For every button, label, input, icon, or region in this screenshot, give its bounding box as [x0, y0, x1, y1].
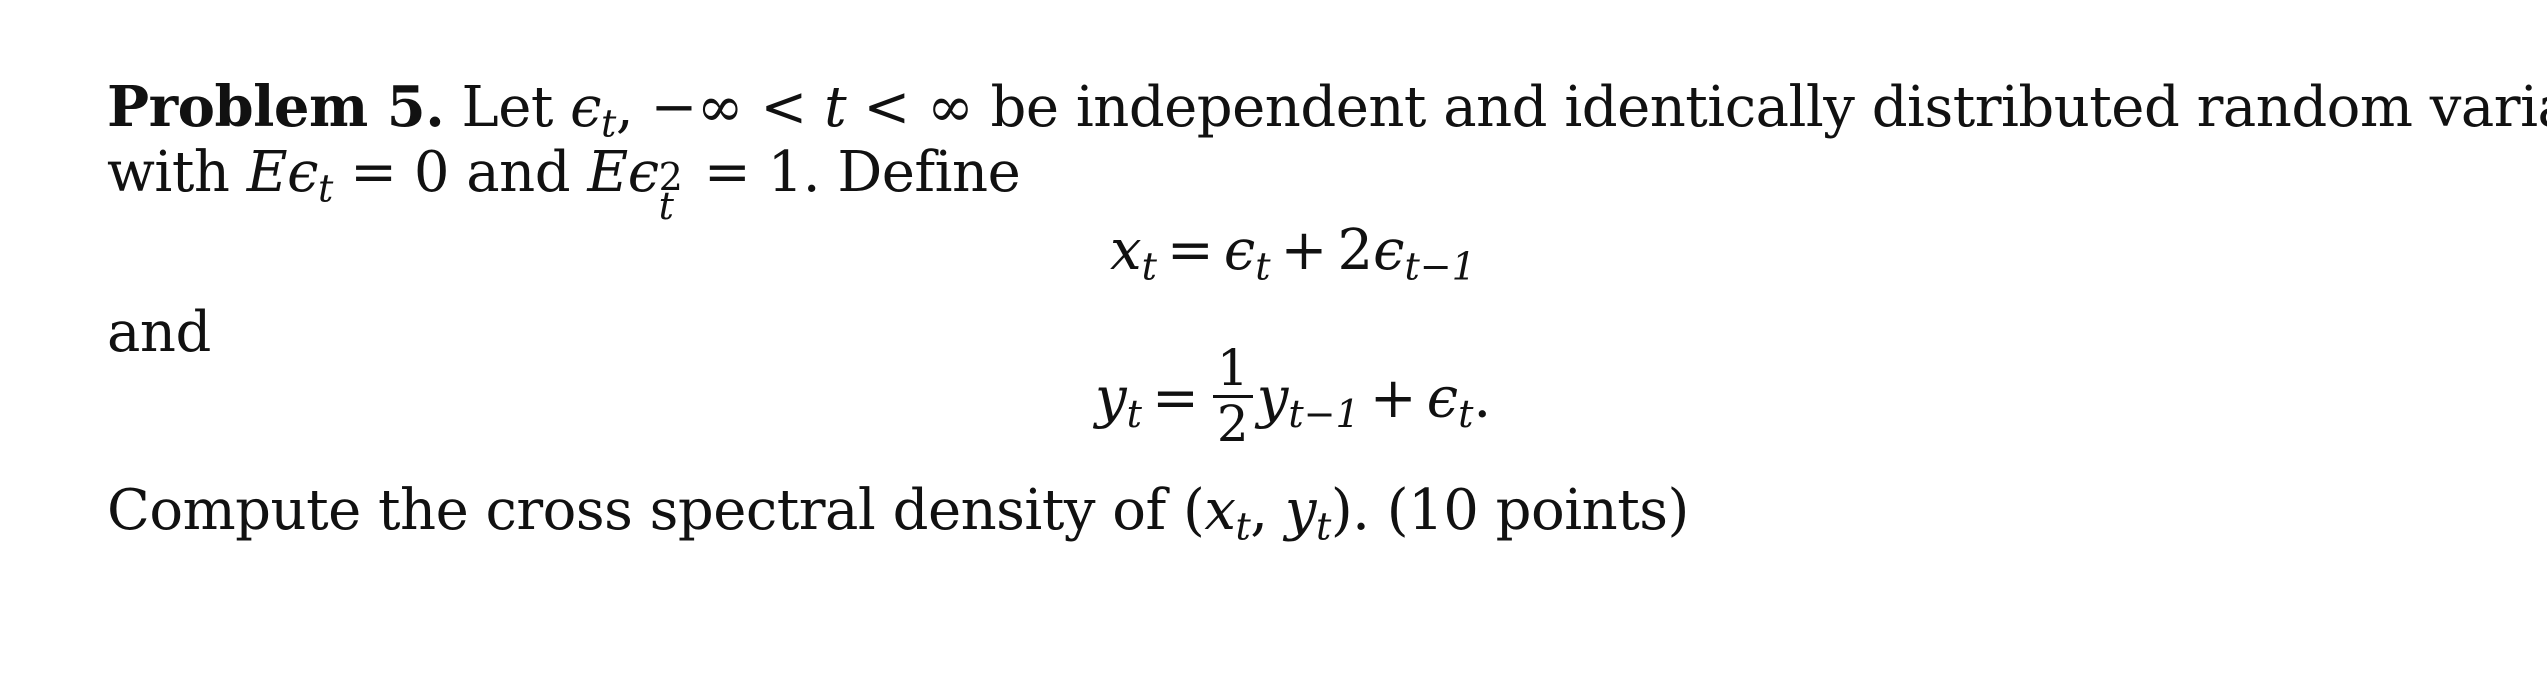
- subscript: t−1: [1404, 244, 1476, 289]
- variable-t: t: [824, 75, 847, 140]
- text: = 0 and: [332, 140, 588, 205]
- subscript: t: [1316, 504, 1331, 549]
- fraction-numerator: 1: [1212, 342, 1253, 398]
- text: Let: [444, 75, 571, 140]
- epsilon-symbol: ϵ: [570, 75, 602, 140]
- subscript: t: [1235, 504, 1251, 549]
- text: = 1. Define: [686, 140, 1021, 205]
- epsilon-symbol: ϵ: [1426, 365, 1459, 431]
- subscript: t−1: [1288, 392, 1360, 437]
- equation-y-definition: yt = 1 2 yt−1 + ϵt.: [1095, 342, 1492, 468]
- problem-label: Problem 5.: [107, 74, 445, 140]
- text: ). (10 points): [1330, 478, 1689, 543]
- equals-sign: =: [1151, 365, 1199, 431]
- epsilon-symbol: ϵ: [1223, 218, 1256, 283]
- variable-x: x: [1204, 478, 1236, 543]
- variable-y: y: [1256, 365, 1289, 431]
- text: , −∞ <: [615, 75, 825, 140]
- text: with: [107, 140, 247, 205]
- epsilon-symbol: ϵ: [1373, 218, 1405, 283]
- fraction-denominator: 2: [1216, 394, 1249, 453]
- epsilon-symbol: ϵ: [287, 140, 318, 205]
- equals-sign: =: [1166, 218, 1214, 283]
- subscript: t: [317, 166, 333, 211]
- problem-statement-line-1: Problem 5. Let ϵt, −∞ < t < ∞ be indepen…: [107, 74, 2547, 143]
- coefficient: 2: [1337, 218, 1374, 283]
- plus-sign: +: [1280, 218, 1328, 283]
- text: Compute the cross spectral density of (: [107, 478, 1205, 543]
- subscript: t: [658, 184, 674, 229]
- subscript: t: [1255, 244, 1271, 289]
- plus-sign: +: [1369, 365, 1417, 431]
- epsilon-symbol: ϵ: [627, 140, 659, 205]
- fraction: 12: [1212, 342, 1253, 453]
- variable-y: y: [1284, 478, 1317, 543]
- equation-x-definition: xt = ϵt +2ϵt−1: [1110, 218, 1476, 286]
- problem-statement-line-2: with Eϵt = 0 and Eϵ 2 t = 1. Define: [107, 140, 1021, 228]
- question-line: Compute the cross spectral density of (x…: [107, 478, 1689, 546]
- variable-y: y: [1095, 365, 1127, 431]
- period: .: [1473, 365, 1492, 431]
- subscript: t: [1126, 392, 1142, 437]
- expectation-symbol: E: [587, 140, 628, 205]
- text: < ∞ be independent and identically distr…: [846, 75, 2547, 140]
- subscript: t: [1141, 244, 1157, 289]
- connector-text: and: [107, 300, 211, 365]
- comma: ,: [1250, 478, 1285, 543]
- variable-x: x: [1110, 218, 1142, 283]
- expectation-symbol: E: [246, 140, 288, 205]
- subscript: t: [1458, 392, 1474, 437]
